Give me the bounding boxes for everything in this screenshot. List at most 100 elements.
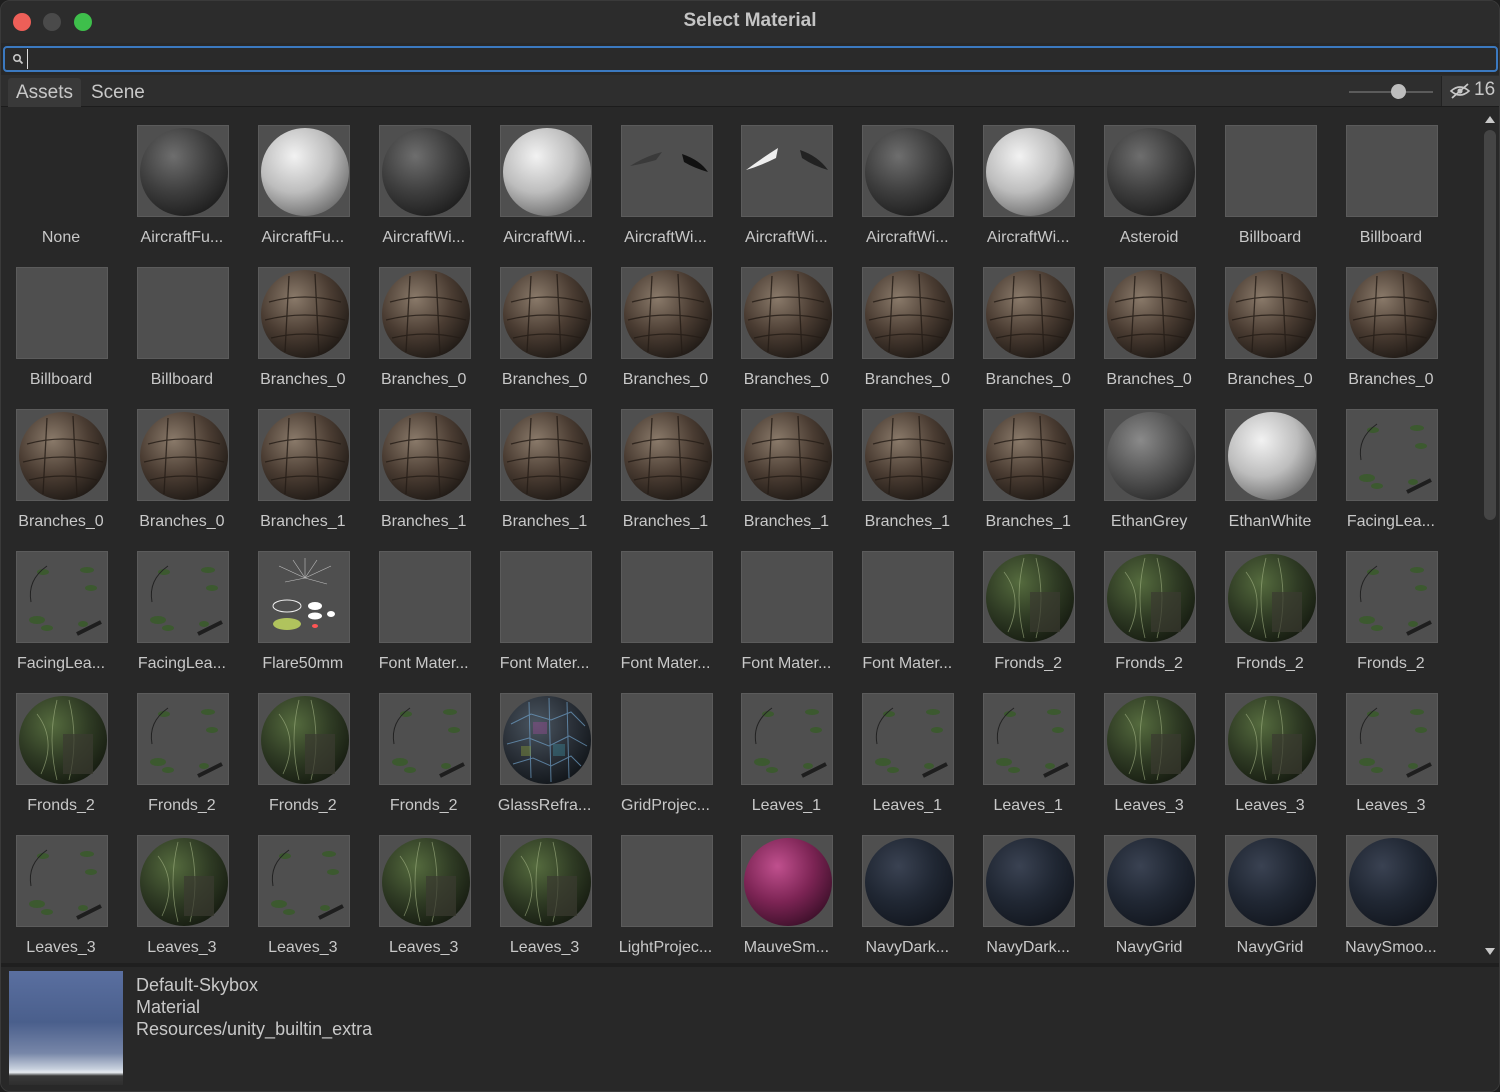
material-item-leaves-3[interactable]: Leaves_3 <box>1 825 121 963</box>
material-item-leaves-3[interactable]: Leaves_3 <box>1331 683 1451 825</box>
material-item-ethanwhite[interactable]: EthanWhite <box>1210 399 1330 541</box>
material-item-leaves-1[interactable]: Leaves_1 <box>726 683 846 825</box>
material-item-branches-1[interactable]: Branches_1 <box>726 399 846 541</box>
scroll-down-arrow-icon[interactable] <box>1485 948 1495 955</box>
material-item-fronds-2[interactable]: Fronds_2 <box>122 683 242 825</box>
material-item-label: Branches_1 <box>260 513 346 530</box>
material-item-leaves-3[interactable]: Leaves_3 <box>243 825 363 963</box>
material-item-aircraftwi[interactable]: AircraftWi... <box>968 115 1088 257</box>
material-item-navydark[interactable]: NavyDark... <box>847 825 967 963</box>
material-item-billboard[interactable]: Billboard <box>122 257 242 399</box>
material-item-aircraftwi[interactable]: AircraftWi... <box>364 115 484 257</box>
grid-scrollbar[interactable] <box>1480 108 1499 963</box>
material-item-leaves-3[interactable]: Leaves_3 <box>485 825 605 963</box>
material-preview-thumbnail <box>378 267 471 359</box>
selection-preview-panel: Default-Skybox Material Resources/unity_… <box>1 967 1499 1091</box>
search-bar[interactable] <box>3 46 1498 72</box>
material-item-aircraftwi[interactable]: AircraftWi... <box>847 115 967 257</box>
material-item-label: GridProjec... <box>621 797 710 814</box>
material-item-aircraftwi[interactable]: AircraftWi... <box>606 115 726 257</box>
material-item-aircraftfu[interactable]: AircraftFu... <box>122 115 242 257</box>
material-item-navygrid[interactable]: NavyGrid <box>1210 825 1330 963</box>
material-item-font-mater[interactable]: Font Mater... <box>606 541 726 683</box>
material-preview-thumbnail <box>620 551 713 643</box>
material-item-flare50mm[interactable]: Flare50mm <box>243 541 363 683</box>
material-item-billboard[interactable]: Billboard <box>1331 115 1451 257</box>
material-item-label: Billboard <box>150 371 214 388</box>
material-item-fronds-2[interactable]: Fronds_2 <box>364 683 484 825</box>
material-item-label: Leaves_1 <box>993 797 1063 814</box>
material-item-ethangrey[interactable]: EthanGrey <box>1089 399 1209 541</box>
material-item-label: Branches_0 <box>18 513 104 530</box>
material-item-font-mater[interactable]: Font Mater... <box>847 541 967 683</box>
material-item-facinglea[interactable]: FacingLea... <box>122 541 242 683</box>
material-item-branches-0[interactable]: Branches_0 <box>1 399 121 541</box>
material-item-branches-1[interactable]: Branches_1 <box>847 399 967 541</box>
material-item-branches-0[interactable]: Branches_0 <box>243 257 363 399</box>
material-item-aircraftwi[interactable]: AircraftWi... <box>485 115 605 257</box>
material-item-branches-0[interactable]: Branches_0 <box>364 257 484 399</box>
tab-assets[interactable]: Assets <box>8 78 82 107</box>
material-item-leaves-1[interactable]: Leaves_1 <box>847 683 967 825</box>
material-item-font-mater[interactable]: Font Mater... <box>485 541 605 683</box>
material-item-fronds-2[interactable]: Fronds_2 <box>243 683 363 825</box>
material-item-branches-0[interactable]: Branches_0 <box>1331 257 1451 399</box>
material-item-branches-0[interactable]: Branches_0 <box>122 399 242 541</box>
material-item-branches-0[interactable]: Branches_0 <box>485 257 605 399</box>
material-item-label: Leaves_1 <box>872 797 942 814</box>
material-item-aircraftwi[interactable]: AircraftWi... <box>726 115 846 257</box>
material-item-branches-1[interactable]: Branches_1 <box>243 399 363 541</box>
material-item-branches-0[interactable]: Branches_0 <box>847 257 967 399</box>
material-item-leaves-3[interactable]: Leaves_3 <box>364 825 484 963</box>
material-item-label: AircraftFu... <box>140 229 224 246</box>
material-item-fronds-2[interactable]: Fronds_2 <box>968 541 1088 683</box>
material-item-branches-1[interactable]: Branches_1 <box>606 399 726 541</box>
material-item-lightprojec[interactable]: LightProjec... <box>606 825 726 963</box>
material-item-branches-1[interactable]: Branches_1 <box>968 399 1088 541</box>
material-item-leaves-1[interactable]: Leaves_1 <box>968 683 1088 825</box>
material-item-branches-0[interactable]: Branches_0 <box>1089 257 1209 399</box>
material-item-glassrefra[interactable]: GlassRefra... <box>485 683 605 825</box>
material-item-branches-1[interactable]: Branches_1 <box>364 399 484 541</box>
material-item-branches-0[interactable]: Branches_0 <box>606 257 726 399</box>
material-preview-thumbnail <box>16 409 108 501</box>
material-item-facinglea[interactable]: FacingLea... <box>1331 399 1451 541</box>
material-preview-thumbnail <box>983 693 1076 785</box>
material-preview-thumbnail <box>378 551 471 643</box>
material-item-branches-0[interactable]: Branches_0 <box>1210 257 1330 399</box>
material-item-fronds-2[interactable]: Fronds_2 <box>1210 541 1330 683</box>
material-item-asteroid[interactable]: Asteroid <box>1089 115 1209 257</box>
material-item-label: Branches_0 <box>260 371 346 388</box>
scroll-up-arrow-icon[interactable] <box>1485 116 1495 123</box>
material-preview-thumbnail <box>741 125 834 217</box>
hidden-packages-toggle[interactable]: 16 <box>1441 76 1499 106</box>
material-item-aircraftfu[interactable]: AircraftFu... <box>243 115 363 257</box>
material-item-leaves-3[interactable]: Leaves_3 <box>1089 683 1209 825</box>
scrollbar-thumb[interactable] <box>1484 130 1496 520</box>
material-item-leaves-3[interactable]: Leaves_3 <box>1210 683 1330 825</box>
material-item-billboard[interactable]: Billboard <box>1 257 121 399</box>
material-item-navysmoo[interactable]: NavySmoo... <box>1331 825 1451 963</box>
material-item-font-mater[interactable]: Font Mater... <box>364 541 484 683</box>
material-item-font-mater[interactable]: Font Mater... <box>726 541 846 683</box>
material-item-facinglea[interactable]: FacingLea... <box>1 541 121 683</box>
tab-scene[interactable]: Scene <box>83 78 153 107</box>
material-item-fronds-2[interactable]: Fronds_2 <box>1 683 121 825</box>
material-item-branches-0[interactable]: Branches_0 <box>726 257 846 399</box>
material-item-fronds-2[interactable]: Fronds_2 <box>1089 541 1209 683</box>
material-item-billboard[interactable]: Billboard <box>1210 115 1330 257</box>
material-item-navygrid[interactable]: NavyGrid <box>1089 825 1209 963</box>
zoom-slider-thumb[interactable] <box>1391 84 1406 99</box>
material-item-mauvesm[interactable]: MauveSm... <box>726 825 846 963</box>
material-item-branches-0[interactable]: Branches_0 <box>968 257 1088 399</box>
material-item-none[interactable]: None <box>1 115 121 257</box>
material-item-gridprojec[interactable]: GridProjec... <box>606 683 726 825</box>
material-item-navydark[interactable]: NavyDark... <box>968 825 1088 963</box>
material-item-leaves-3[interactable]: Leaves_3 <box>122 825 242 963</box>
material-item-fronds-2[interactable]: Fronds_2 <box>1331 541 1451 683</box>
material-preview-thumbnail <box>257 693 350 785</box>
search-input[interactable] <box>27 49 1487 69</box>
material-item-label: Flare50mm <box>262 655 344 672</box>
material-item-branches-1[interactable]: Branches_1 <box>485 399 605 541</box>
material-preview-thumbnail <box>16 835 108 927</box>
